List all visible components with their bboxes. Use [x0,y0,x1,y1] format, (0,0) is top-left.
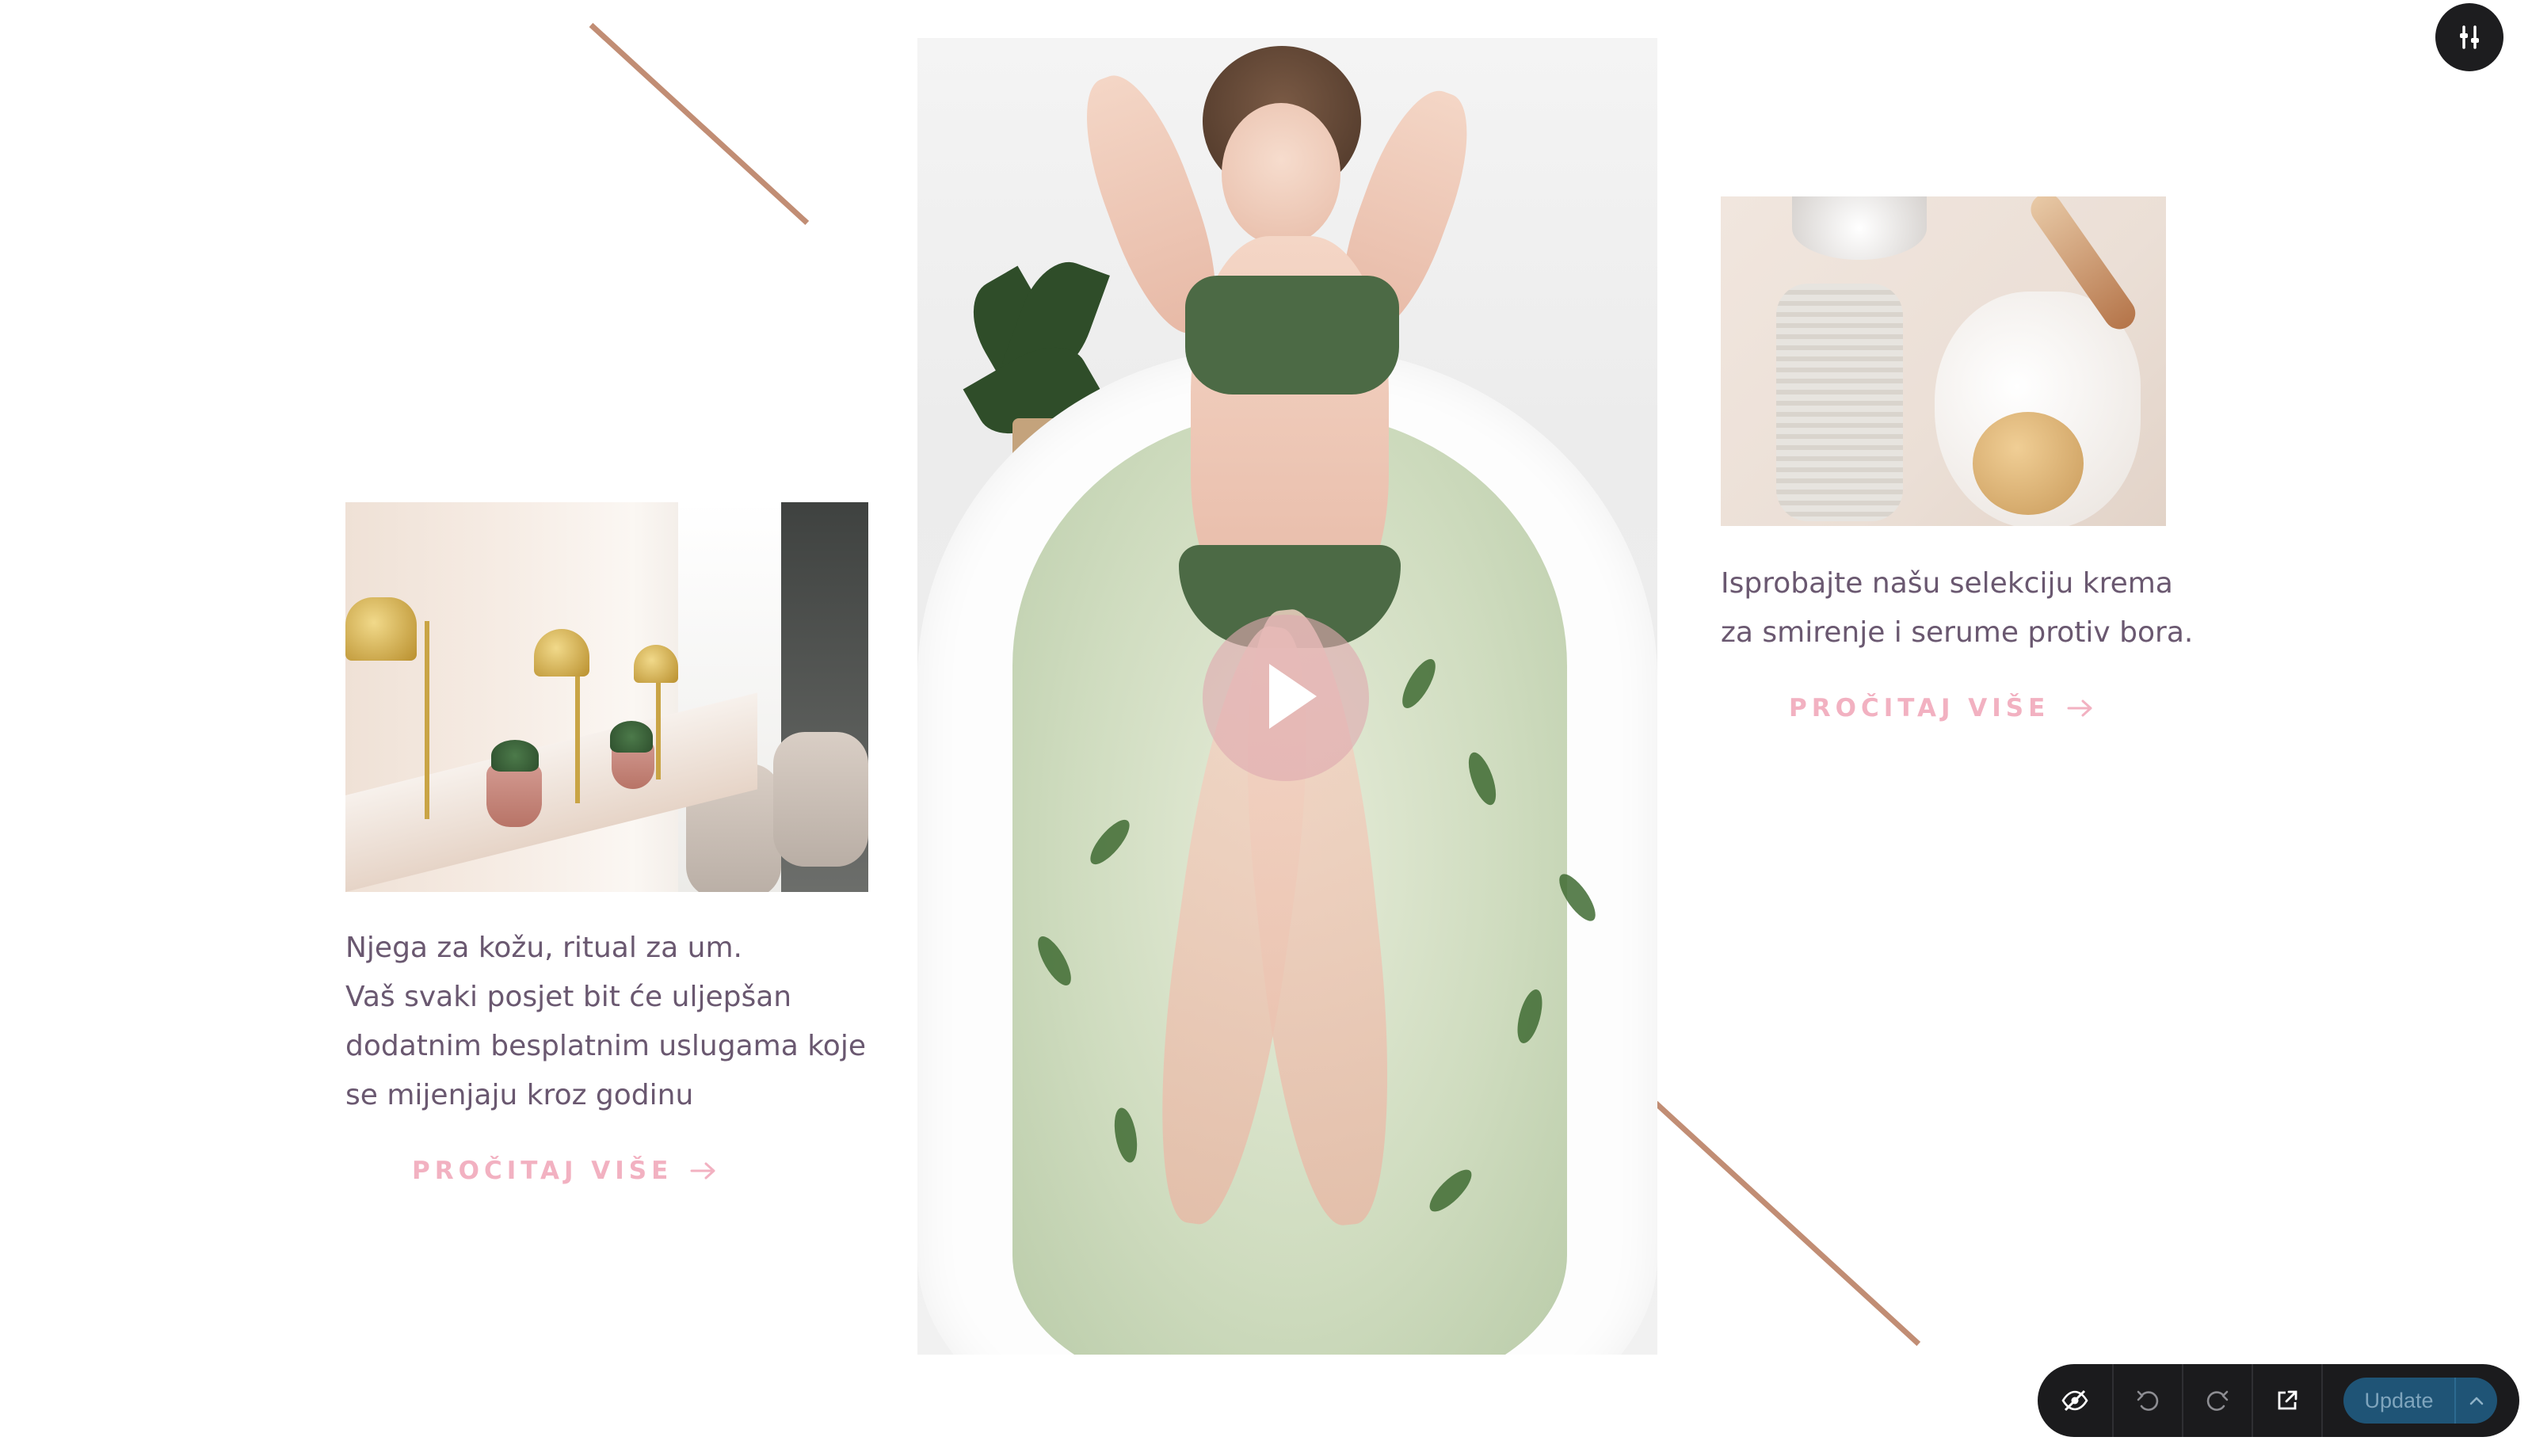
left-description: Njega za kožu, ritual za um. Vaš svaki p… [345,932,866,1111]
undo-button[interactable] [2114,1364,2183,1437]
update-button[interactable]: Update [2343,1378,2497,1424]
eye-off-icon [2061,1389,2088,1412]
decorative-diagonal-line [589,22,810,226]
sliders-icon [2460,25,2479,49]
salon-photo [345,502,868,892]
customize-settings-button[interactable] [2435,3,2503,71]
open-in-new-tab-button[interactable] [2253,1364,2323,1437]
arrow-right-icon [690,1162,715,1180]
editor-toolbar: Update [2038,1364,2519,1437]
undo-icon [2137,1390,2159,1411]
read-more-label: PROČITAJ VIŠE [1789,694,2050,722]
hide-preview-button[interactable] [2038,1364,2114,1437]
update-options-toggle[interactable] [2454,1378,2497,1424]
read-more-link-left[interactable]: PROČITAJ VIŠE [412,1157,717,1185]
decorative-diagonal-line [1653,1100,1921,1347]
arrow-right-icon [2067,699,2092,717]
read-more-label: PROČITAJ VIŠE [412,1157,673,1185]
play-video-button[interactable] [1203,615,1369,781]
right-description: Isprobajte našu selekciju krema za smire… [1721,567,2194,649]
redo-button[interactable] [2183,1364,2253,1437]
external-link-icon [2278,1390,2297,1410]
redo-icon [2206,1390,2229,1411]
skincare-products-photo [1721,196,2166,526]
chevron-up-icon [2469,1397,2484,1405]
read-more-link-right[interactable]: PROČITAJ VIŠE [1789,694,2094,722]
update-label: Update [2364,1388,2434,1412]
play-icon [1269,664,1317,729]
